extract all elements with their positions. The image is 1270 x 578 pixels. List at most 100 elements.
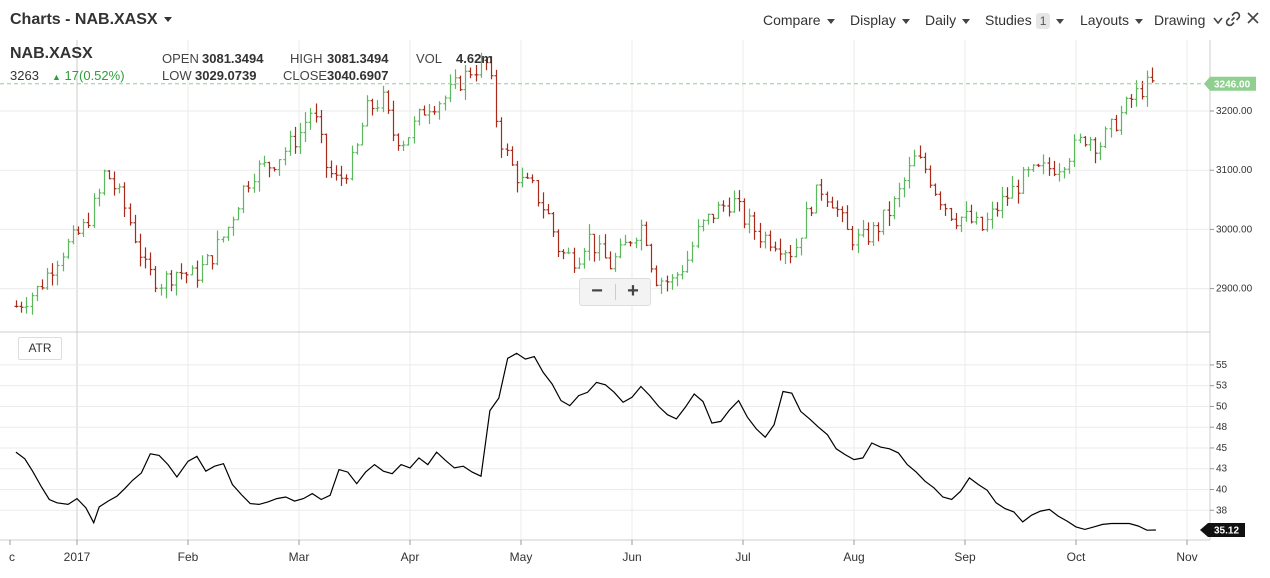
ohlc-bars (14, 52, 1155, 315)
ohlc-bar (603, 234, 608, 259)
ohlc-bar (169, 270, 174, 292)
ohlc-bar (659, 277, 664, 294)
ohlc-bar (1093, 137, 1098, 164)
ohlc-bar (1109, 118, 1114, 138)
ohlc-bar (370, 98, 375, 116)
ohlc-bar (639, 219, 644, 251)
ohlc-bar (577, 257, 582, 270)
y-tick-label: 40 (1216, 484, 1228, 495)
ohlc-bar (86, 212, 91, 229)
ohlc-bar (892, 196, 897, 220)
ohlc-bar (690, 241, 695, 263)
ohlc-bar (360, 122, 365, 146)
ohlc-bar (623, 234, 628, 246)
x-tick-label: Nov (1176, 550, 1197, 564)
ohlc-bar (494, 69, 499, 128)
last-price: 3263 (10, 68, 39, 83)
low-label: LOW (162, 68, 192, 83)
ohlc-bar (752, 211, 757, 240)
x-tick-label: Apr (401, 550, 420, 564)
symbol-label: NAB.XASX (10, 45, 93, 62)
ohlc-bar (685, 250, 690, 273)
ohlc-bar (830, 196, 835, 209)
date-axis-labels: c 2017 Feb Mar Apr May Jun Jul Aug Sep Oct Nov (9, 540, 1198, 564)
zoom-in-button[interactable]: + (616, 279, 650, 305)
ohlc-bar (277, 158, 282, 176)
x-tick-label: Jun (622, 550, 641, 564)
last-price-tag: 3246.00 (1204, 76, 1256, 91)
ohlc-bar (1057, 163, 1062, 182)
ohlc-bar (1036, 163, 1041, 168)
ohlc-bar (1052, 160, 1057, 177)
ohlc-bar (61, 252, 66, 272)
ohlc-bar (613, 252, 618, 272)
ohlc-bar (768, 230, 773, 252)
ohlc-bar (525, 172, 530, 179)
ohlc-bar (314, 103, 319, 123)
ohlc-bar (143, 247, 148, 269)
ohlc-bar (985, 212, 990, 232)
ohlc-bar (257, 160, 262, 192)
ohlc-bar (283, 147, 288, 166)
ohlc-bar (912, 149, 917, 167)
ohlc-bar (1114, 114, 1119, 132)
ohlc-bar (809, 206, 814, 217)
ohlc-bar (1010, 176, 1015, 199)
ohlc-bar (788, 245, 793, 264)
ohlc-bar (107, 170, 112, 180)
ohlc-bar (200, 255, 205, 283)
ohlc-bar (241, 185, 246, 214)
ohlc-bar (221, 236, 226, 243)
y-tick-label: 48 (1216, 422, 1228, 433)
ohlc-bar (1098, 142, 1103, 161)
ohlc-bar (804, 201, 809, 239)
ohlc-bar (1088, 136, 1093, 152)
ohlc-bar (773, 241, 778, 252)
ohlc-bar (231, 216, 236, 236)
ohlc-bar (1150, 67, 1155, 83)
high-value: 3081.3494 (327, 51, 389, 66)
y-tick-label: 50 (1216, 401, 1228, 412)
ohlc-bar (1041, 154, 1046, 175)
ohlc-bar (515, 160, 520, 193)
ohlc-bar (453, 69, 458, 89)
zoom-out-button[interactable]: − (580, 279, 614, 305)
ohlc-bar (737, 190, 742, 212)
y-tick-label: 53 (1216, 381, 1228, 392)
atr-value-tag-text: 35.12 (1214, 526, 1239, 537)
ohlc-bar (582, 248, 587, 269)
y-tick-label: 55 (1216, 360, 1228, 371)
close-value: 3040.6907 (327, 68, 389, 83)
ohlc-bar (375, 100, 380, 112)
y-tick-label: 45 (1216, 443, 1228, 454)
atr-study-label[interactable]: ATR (18, 337, 62, 360)
open-value: 3081.3494 (202, 51, 264, 66)
x-tick-label: Jul (735, 550, 750, 564)
ohlc-bar (19, 301, 24, 313)
ohlc-bar (566, 247, 571, 254)
ohlc-bar (339, 165, 344, 186)
ohlc-bar (954, 212, 959, 230)
ohlc-bar (783, 250, 788, 265)
ohlc-bar (437, 101, 442, 120)
ohlc-bar (195, 260, 200, 288)
ohlc-bar (778, 238, 783, 261)
ohlc-bar (468, 67, 473, 79)
open-label: OPEN (162, 51, 199, 66)
close-label: CLOSE (283, 68, 328, 83)
ohlc-bar (252, 173, 257, 193)
ohlc-bar (205, 253, 210, 266)
ohlc-bar (1067, 158, 1072, 174)
ohlc-bar (422, 105, 427, 116)
x-tick-label: 2017 (64, 550, 91, 564)
ohlc-bar (1083, 136, 1088, 147)
ohlc-bar (556, 229, 561, 258)
ohlc-bar (1000, 186, 1005, 219)
x-tick-label: c (9, 550, 15, 564)
ohlc-bar (319, 109, 324, 144)
ohlc-bar (1031, 164, 1036, 172)
ohlc-bar (819, 178, 824, 201)
ohlc-bar (675, 272, 680, 287)
ohlc-bar (215, 230, 220, 266)
ohlc-bar (117, 183, 122, 194)
